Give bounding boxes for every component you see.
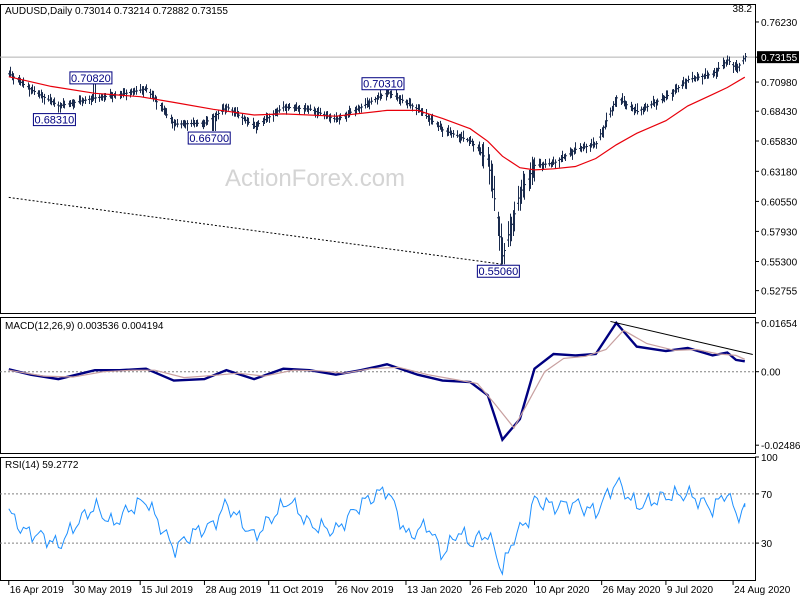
price-panel: ActionForex.com 0.70820 0.68310 0.66700 0.70… xyxy=(0,4,799,314)
price-y-tick-label: 0.60550 xyxy=(761,197,798,208)
x-tick-label: 10 Apr 2020 xyxy=(535,585,589,596)
x-tick-label: 26 Feb 2020 xyxy=(471,585,528,596)
x-tick-label: 28 Aug 2019 xyxy=(205,585,262,596)
macd-y-tick-label: 0.00 xyxy=(761,368,781,379)
rsi-panel: RSI(14) 59.2772 100 70 30 xyxy=(0,453,778,581)
price-annotation-label: 0.68310 xyxy=(35,115,75,127)
price-annotation: 0.68310 xyxy=(32,113,76,127)
x-axis: 16 Apr 2019 30 May 2019 15 Jul 2019 28 Aug … xyxy=(8,580,791,596)
x-tick-label: 11 Oct 2019 xyxy=(270,585,324,596)
price-annotation-label: 0.70310 xyxy=(363,79,403,91)
price-annotation: 0.55060 xyxy=(476,264,520,278)
rsi-y-tick-label: 100 xyxy=(761,453,778,464)
watermark-text: ActionForex.com xyxy=(225,165,405,192)
last-price-badge-label: 0.73155 xyxy=(761,53,798,64)
price-y-tick-label: 0.57930 xyxy=(761,227,798,238)
price-y-tick-label: 0.63180 xyxy=(761,167,798,178)
rsi-panel-frame xyxy=(0,457,756,581)
price-annotation-label: 0.70820 xyxy=(71,73,111,85)
last-price-badge: 0.73155 xyxy=(757,51,799,64)
x-tick-label: 13 Jan 2020 xyxy=(407,585,462,596)
macd-panel-title: MACD(12,26,9) 0.003536 0.004194 xyxy=(5,321,164,332)
price-y-tick-label: 0.65830 xyxy=(761,137,798,148)
price-annotation: 0.66700 xyxy=(187,131,231,145)
price-annotation-label: 0.66700 xyxy=(189,133,229,145)
macd-y-tick-label: 0.01654 xyxy=(761,319,798,330)
x-tick-label: 9 Jul 2020 xyxy=(667,585,714,596)
price-panel-frame xyxy=(0,4,756,314)
price-panel-title: AUDUSD,Daily 0.73014 0.73214 0.72882 0.7… xyxy=(5,6,228,17)
macd-panel: MACD(12,26,9) 0.003536 0.004194 0.01654 0.… xyxy=(0,317,800,454)
x-tick-label: 24 Aug 2020 xyxy=(734,585,791,596)
x-tick-label: 30 May 2019 xyxy=(74,585,132,596)
price-y-tick-label: 0.76230 xyxy=(761,18,798,29)
rsi-y-tick-label: 30 xyxy=(761,539,773,550)
x-tick-label: 26 May 2020 xyxy=(603,585,661,596)
macd-y-tick-label: -0.02486 xyxy=(761,441,800,452)
rsi-y-tick-label: 70 xyxy=(761,490,773,501)
price-y-tick-label: 0.52755 xyxy=(761,287,798,298)
x-tick-label: 16 Apr 2019 xyxy=(10,585,64,596)
rsi-panel-title: RSI(14) 59.2772 xyxy=(5,460,79,471)
x-tick-label: 26 Nov 2019 xyxy=(337,585,394,596)
x-tick-label: 15 Jul 2019 xyxy=(141,585,193,596)
price-y-tick-label: 0.68430 xyxy=(761,107,798,118)
price-annotation: 0.70310 xyxy=(361,77,405,91)
price-y-tick-label: 0.70980 xyxy=(761,78,798,89)
corner-label: 38.2 xyxy=(733,4,753,15)
price-y-tick-label: 0.55300 xyxy=(761,258,798,269)
price-annotation-label: 0.55060 xyxy=(478,266,518,278)
price-annotation: 0.70820 xyxy=(69,71,113,85)
macd-panel-frame xyxy=(0,317,756,454)
audusd-chart: ActionForex.com 0.70820 0.68310 0.66700 0.70… xyxy=(0,4,800,596)
